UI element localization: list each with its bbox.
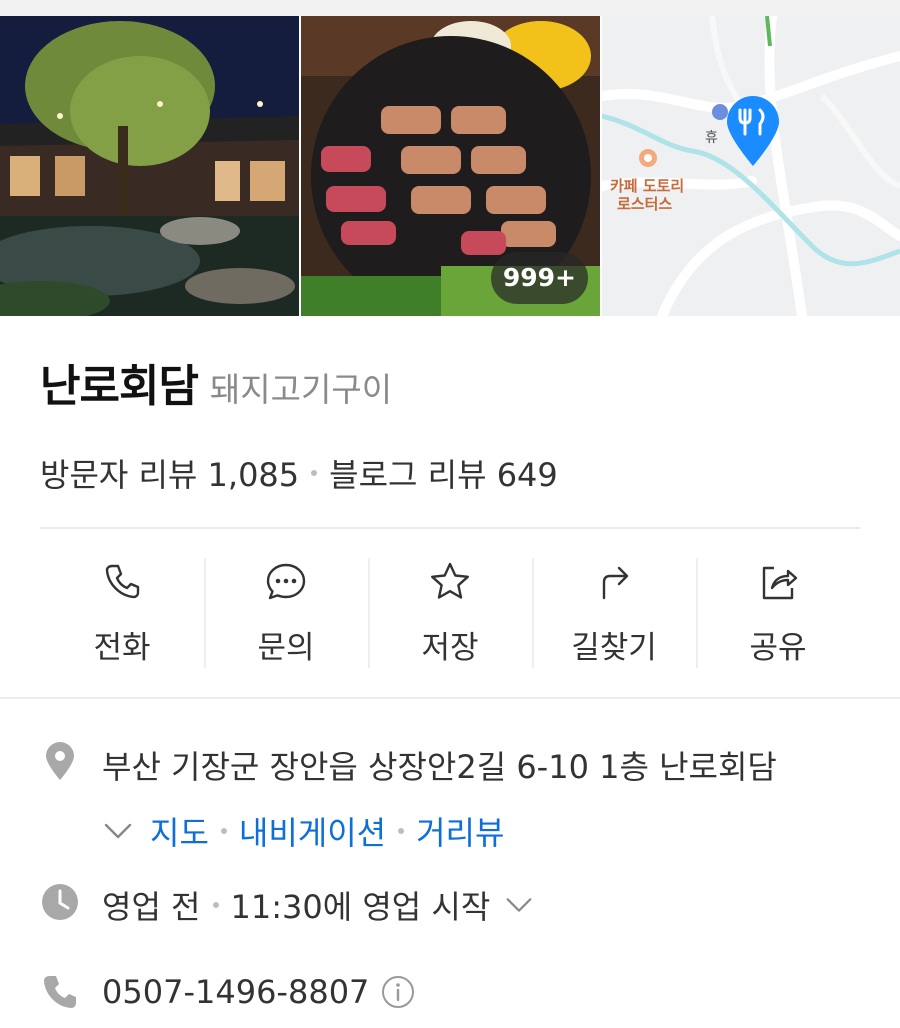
separator-dot (311, 470, 318, 476)
phone-icon (44, 976, 76, 1008)
divider (0, 697, 900, 699)
place-header: 난로회담 돼지고기구이 방문자 리뷰 1,085 블로그 리뷰 649 (40, 350, 860, 496)
star-icon (431, 562, 469, 599)
divider (40, 527, 860, 529)
action-bar: 전화 문의 저장 길찾기 공유 (40, 556, 860, 668)
directions-icon (602, 566, 629, 600)
info-icon[interactable] (381, 975, 415, 1009)
photo-count-badge: 999+ (490, 252, 588, 304)
photo-food[interactable]: 999+ (301, 16, 600, 316)
address-row: 부산 기장군 장안읍 상장안2길 6-10 1층 난로회담 지도 내비게이션 거… (40, 742, 890, 854)
phone-row: 0507-1496-8807 (40, 972, 890, 1012)
share-icon (762, 566, 798, 600)
photo-exterior[interactable] (0, 16, 299, 316)
review-summary: 방문자 리뷰 1,085 블로그 리뷰 649 (40, 450, 860, 496)
chat-icon (266, 563, 306, 600)
photo-gallery: 999+ 카페 도토리 로스터스 휴 (0, 16, 900, 316)
blog-review-link[interactable]: 블로그 리뷰 649 (329, 450, 558, 496)
address-links: 지도 내비게이션 거리뷰 (102, 808, 777, 854)
separator-dot (398, 828, 405, 834)
directions-button[interactable]: 길찾기 (532, 556, 696, 668)
inquiry-button[interactable]: 문의 (204, 556, 368, 668)
top-status-strip (0, 0, 900, 16)
hours-row[interactable]: 영업 전 11:30에 영업 시작 (40, 882, 890, 928)
restaurant-pin-icon[interactable] (725, 96, 781, 168)
location-pin-icon (46, 742, 74, 780)
separator-dot (212, 902, 219, 908)
map-poi-label: 휴 (705, 130, 718, 146)
hours-status: 영업 전 (102, 888, 201, 926)
svg-text:로스터스: 로스터스 (617, 195, 672, 213)
share-button[interactable]: 공유 (696, 556, 860, 668)
hours-detail: 11:30에 영업 시작 (230, 888, 491, 926)
action-label: 저장 (421, 630, 479, 666)
phone-icon (105, 564, 140, 599)
save-button[interactable]: 저장 (368, 556, 532, 668)
address-text[interactable]: 부산 기장군 장안읍 상장안2길 6-10 1층 난로회담 (102, 742, 777, 788)
chevron-down-icon[interactable] (504, 890, 534, 920)
call-button[interactable]: 전화 (40, 556, 204, 668)
chevron-down-icon[interactable] (102, 815, 134, 847)
place-category: 돼지고기구이 (209, 370, 393, 409)
street-view-link[interactable]: 거리뷰 (416, 808, 504, 854)
map-thumbnail[interactable]: 카페 도토리 로스터스 휴 (602, 16, 900, 316)
navigation-link[interactable]: 내비게이션 (239, 808, 386, 854)
action-label: 길찾기 (571, 630, 657, 666)
action-label: 전화 (93, 630, 151, 666)
visitor-review-link[interactable]: 방문자 리뷰 1,085 (40, 450, 299, 496)
clock-icon (42, 884, 78, 920)
action-label: 공유 (749, 630, 807, 666)
separator-dot (220, 828, 227, 834)
action-label: 문의 (257, 630, 315, 666)
map-link[interactable]: 지도 (150, 808, 209, 854)
place-name: 난로회담 (40, 361, 199, 412)
phone-number[interactable]: 0507-1496-8807 (102, 973, 369, 1011)
svg-text:카페 도토리: 카페 도토리 (610, 177, 684, 195)
